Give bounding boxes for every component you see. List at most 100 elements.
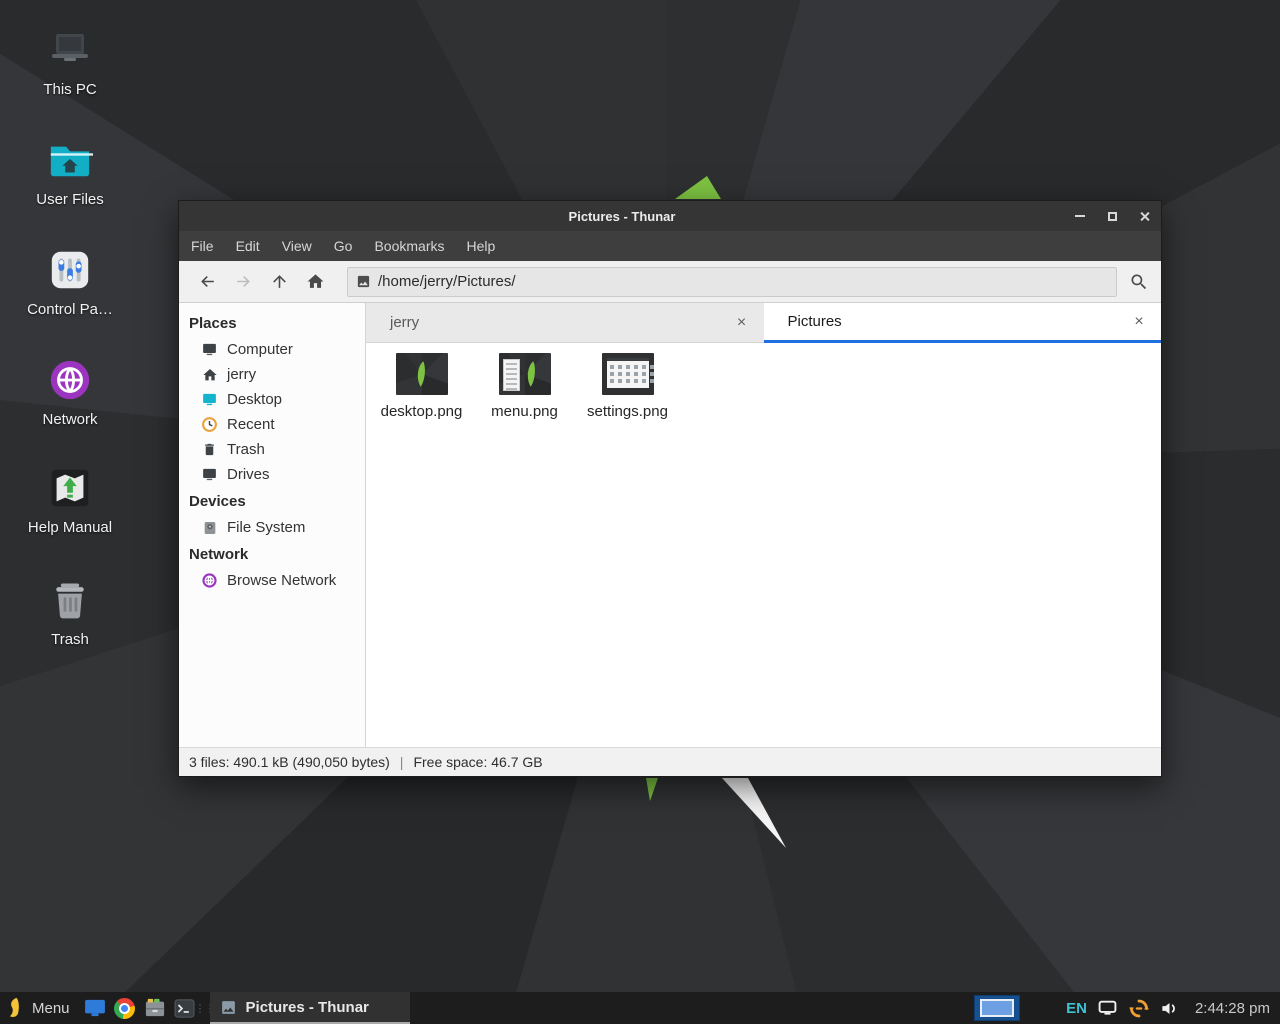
tab-close-icon[interactable] xyxy=(732,313,752,333)
maximize-icon xyxy=(1108,212,1117,221)
menu-help[interactable]: Help xyxy=(467,238,496,254)
desktop-icon-help-manual[interactable]: Help Manual xyxy=(10,464,130,536)
desktop-icon-label: Trash xyxy=(10,631,130,648)
taskbar-clock[interactable]: 2:44:28 pm xyxy=(1191,1000,1270,1017)
maximize-button[interactable] xyxy=(1103,207,1121,225)
minimize-button[interactable] xyxy=(1071,207,1089,225)
sidebar-item-label: Drives xyxy=(227,466,270,483)
help-manual-icon xyxy=(46,464,94,512)
menu-go[interactable]: Go xyxy=(334,238,353,254)
location-bar[interactable]: /home/jerry/Pictures/ xyxy=(347,267,1117,297)
desktop-png-thumbnail xyxy=(396,353,448,395)
search-icon xyxy=(1129,272,1149,292)
applications-menu-button[interactable]: Menu xyxy=(0,992,80,1024)
update-icon xyxy=(1129,998,1149,1019)
sidebar-item-computer[interactable]: Computer xyxy=(179,337,365,362)
desktop-icon-user-files[interactable]: User Files xyxy=(10,136,130,208)
computer-icon xyxy=(201,341,218,358)
user-files-folder-icon xyxy=(46,136,94,184)
close-icon xyxy=(1139,211,1150,222)
search-button[interactable] xyxy=(1117,265,1161,299)
file-pane: jerry Pictures desktop.png xyxy=(366,303,1161,747)
desktop-icon-network[interactable]: Network xyxy=(10,356,130,428)
menu-logo-icon xyxy=(8,997,23,1019)
sidebar-item-browse-network[interactable]: Browse Network xyxy=(179,568,365,593)
sidebar-item-label: jerry xyxy=(227,366,256,383)
file-view[interactable]: desktop.png menu.png settings.png xyxy=(366,343,1161,747)
window-title: Pictures - Thunar xyxy=(179,209,1065,224)
workspace-switcher[interactable] xyxy=(974,995,1020,1021)
show-desktop-button[interactable] xyxy=(80,992,110,1024)
active-workspace xyxy=(980,999,1014,1017)
back-icon xyxy=(198,272,217,291)
home-icon xyxy=(201,366,218,383)
status-bar: 3 files: 490.1 kB (490,050 bytes) | Free… xyxy=(179,747,1161,776)
desktop-icon xyxy=(201,391,218,408)
sidebar-header-places: Places xyxy=(179,309,365,337)
tab-label: Pictures xyxy=(788,313,1130,330)
sidebar-item-label: Browse Network xyxy=(227,572,336,589)
minimize-icon xyxy=(1075,215,1085,217)
taskbar: Menu ⋮⋮ Pictures - Thunar EN 2:44:28 pm xyxy=(0,992,1280,1024)
menu-png-thumbnail xyxy=(499,353,551,395)
window-titlebar[interactable]: Pictures - Thunar xyxy=(179,201,1161,231)
sidebar-item-label: Desktop xyxy=(227,391,282,408)
file-manager-icon xyxy=(144,998,166,1018)
up-button[interactable] xyxy=(261,265,297,299)
desktop-icon-control-panel[interactable]: Control Pa… xyxy=(10,246,130,318)
menu-view[interactable]: View xyxy=(282,238,312,254)
thunar-window: Pictures - Thunar File Edit View Go Book… xyxy=(178,200,1162,777)
window-content: Places Computer jerry Desktop Recent Tra… xyxy=(179,303,1161,747)
back-button[interactable] xyxy=(189,265,225,299)
desktop-icon-trash[interactable]: Trash xyxy=(10,576,130,648)
menu-button-label: Menu xyxy=(32,1000,70,1017)
sidebar: Places Computer jerry Desktop Recent Tra… xyxy=(179,303,366,747)
sidebar-item-desktop[interactable]: Desktop xyxy=(179,387,365,412)
trash-icon xyxy=(201,441,218,458)
tab-label: jerry xyxy=(390,314,732,331)
sidebar-item-recent[interactable]: Recent xyxy=(179,412,365,437)
menu-bar: File Edit View Go Bookmarks Help xyxy=(179,231,1161,261)
close-button[interactable] xyxy=(1135,207,1153,225)
home-icon xyxy=(306,272,325,291)
menu-file[interactable]: File xyxy=(191,238,214,254)
desktop-icon-label: User Files xyxy=(10,191,130,208)
file-manager-launcher[interactable] xyxy=(140,992,170,1024)
toolbar: /home/jerry/Pictures/ xyxy=(179,261,1161,303)
taskbar-window-button[interactable]: Pictures - Thunar xyxy=(210,992,410,1024)
display-tray-button[interactable] xyxy=(1098,998,1118,1018)
tab-pictures[interactable]: Pictures xyxy=(764,303,1162,343)
file-desktop-png[interactable]: desktop.png xyxy=(370,351,473,420)
sidebar-item-label: File System xyxy=(227,519,305,536)
volume-button[interactable] xyxy=(1160,998,1180,1018)
file-menu-png[interactable]: menu.png xyxy=(473,351,576,420)
this-pc-icon xyxy=(46,26,94,74)
status-separator: | xyxy=(400,754,404,770)
chrome-launcher[interactable] xyxy=(110,992,140,1024)
display-icon xyxy=(1098,1000,1117,1016)
file-settings-png[interactable]: settings.png xyxy=(576,351,679,420)
tab-close-icon[interactable] xyxy=(1129,312,1149,332)
forward-button[interactable] xyxy=(225,265,261,299)
update-notifier-button[interactable] xyxy=(1129,998,1149,1018)
sidebar-item-jerry-home[interactable]: jerry xyxy=(179,362,365,387)
file-name: menu.png xyxy=(473,403,576,420)
system-tray: EN 2:44:28 pm xyxy=(1066,998,1280,1018)
free-space: Free space: 46.7 GB xyxy=(413,754,542,770)
tab-jerry[interactable]: jerry xyxy=(366,303,764,343)
menu-edit[interactable]: Edit xyxy=(236,238,260,254)
sidebar-item-trash[interactable]: Trash xyxy=(179,437,365,462)
desktop-icon-this-pc[interactable]: This PC xyxy=(10,26,130,98)
sidebar-item-file-system[interactable]: File System xyxy=(179,515,365,540)
menu-panel-shape xyxy=(503,359,520,391)
keyboard-layout-indicator[interactable]: EN xyxy=(1066,1000,1087,1017)
sidebar-item-label: Computer xyxy=(227,341,293,358)
panel-grip-handle[interactable]: ⋮⋮ xyxy=(200,992,210,1024)
filesystem-drive-icon xyxy=(201,519,218,536)
home-button[interactable] xyxy=(297,265,333,299)
sidebar-item-drives[interactable]: Drives xyxy=(179,462,365,487)
recent-clock-icon xyxy=(201,416,218,433)
file-name: settings.png xyxy=(576,403,679,420)
files-summary: 3 files: 490.1 kB (490,050 bytes) xyxy=(189,754,390,770)
menu-bookmarks[interactable]: Bookmarks xyxy=(374,238,444,254)
